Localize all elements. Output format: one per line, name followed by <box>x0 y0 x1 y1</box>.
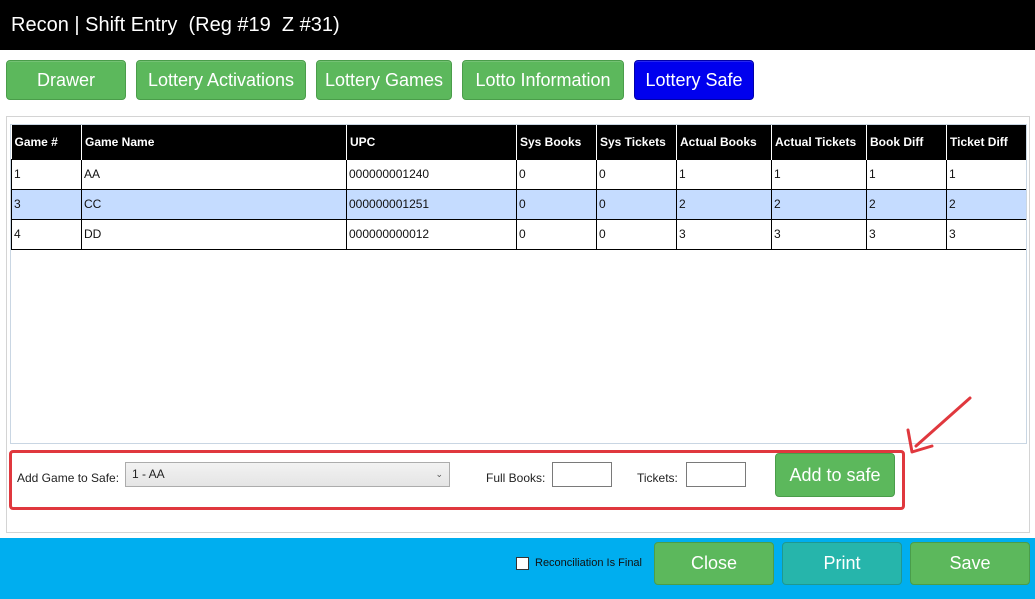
cell-sys-tickets: 0 <box>596 218 677 250</box>
cell-sys-books: 0 <box>516 188 597 220</box>
cell-actual-books: 3 <box>676 218 772 250</box>
cell-sys-tickets: 0 <box>596 158 677 190</box>
cell-upc: 000000001240 <box>346 158 517 190</box>
cell-actual-tickets: 3 <box>771 218 867 250</box>
table-header-row: Game # Game Name UPC Sys Books Sys Ticke… <box>11 125 1026 159</box>
safe-grid: Game # Game Name UPC Sys Books Sys Ticke… <box>10 124 1027 444</box>
col-header-ticket-diff[interactable]: Ticket Diff <box>946 125 1026 159</box>
cell-actual-tickets: 1 <box>771 158 867 190</box>
tickets-label: Tickets: <box>637 471 678 485</box>
lottery-safe-panel: Game # Game Name UPC Sys Books Sys Ticke… <box>6 116 1030 533</box>
table-row[interactable]: 1 AA 000000001240 0 0 1 1 1 1 <box>11 158 1026 190</box>
tab-lottery-safe[interactable]: Lottery Safe <box>634 60 754 100</box>
col-header-actual-books[interactable]: Actual Books <box>676 125 772 159</box>
add-game-label: Add Game to Safe: <box>17 471 120 485</box>
tab-lotto-information[interactable]: Lotto Information <box>462 60 624 100</box>
game-select[interactable]: 1 - AA ⌄ <box>125 462 450 487</box>
chevron-down-icon: ⌄ <box>435 469 443 479</box>
full-books-input[interactable] <box>552 462 612 487</box>
safe-table: Game # Game Name UPC Sys Books Sys Ticke… <box>11 125 1026 250</box>
cell-sys-tickets: 0 <box>596 188 677 220</box>
cell-game-name: AA <box>81 158 347 190</box>
cell-actual-tickets: 2 <box>771 188 867 220</box>
table-row[interactable]: 4 DD 000000000012 0 0 3 3 3 3 <box>11 218 1026 250</box>
table-row-selected[interactable]: 3 CC 000000001251 0 0 2 2 2 2 <box>11 188 1026 220</box>
cell-book-diff: 3 <box>866 218 947 250</box>
cell-game-name: DD <box>81 218 347 250</box>
col-header-game-name[interactable]: Game Name <box>81 125 347 159</box>
cell-game-name: CC <box>81 188 347 220</box>
col-header-sys-books[interactable]: Sys Books <box>516 125 597 159</box>
col-header-sys-tickets[interactable]: Sys Tickets <box>596 125 677 159</box>
tab-lottery-activations[interactable]: Lottery Activations <box>136 60 306 100</box>
tab-bar: Drawer Lottery Activations Lottery Games… <box>0 50 1035 110</box>
tab-drawer[interactable]: Drawer <box>6 60 126 100</box>
col-header-game-number[interactable]: Game # <box>11 125 82 159</box>
tab-lottery-games[interactable]: Lottery Games <box>316 60 452 100</box>
cell-ticket-diff: 1 <box>946 158 1026 190</box>
print-button[interactable]: Print <box>782 542 902 585</box>
cell-book-diff: 1 <box>866 158 947 190</box>
game-select-value: 1 - AA <box>132 467 165 481</box>
footer-bar: Reconciliation Is Final Close Print Save <box>0 538 1035 599</box>
cell-game-number: 1 <box>11 158 82 190</box>
cell-sys-books: 0 <box>516 218 597 250</box>
cell-upc: 000000001251 <box>346 188 517 220</box>
cell-game-number: 3 <box>11 188 82 220</box>
add-to-safe-button[interactable]: Add to safe <box>775 453 895 497</box>
cell-actual-books: 2 <box>676 188 772 220</box>
tickets-input[interactable] <box>686 462 746 487</box>
col-header-book-diff[interactable]: Book Diff <box>866 125 947 159</box>
col-header-upc[interactable]: UPC <box>346 125 517 159</box>
reconciliation-final-checkbox[interactable] <box>516 557 529 570</box>
cell-game-number: 4 <box>11 218 82 250</box>
close-button[interactable]: Close <box>654 542 774 585</box>
full-books-label: Full Books: <box>486 471 546 485</box>
reconciliation-final-label: Reconciliation Is Final <box>535 557 642 569</box>
cell-ticket-diff: 3 <box>946 218 1026 250</box>
cell-ticket-diff: 2 <box>946 188 1026 220</box>
cell-actual-books: 1 <box>676 158 772 190</box>
recon-window: Recon | Shift Entry (Reg #19 Z #31) Draw… <box>0 0 1035 599</box>
add-game-form: Add Game to Safe: 1 - AA ⌄ Full Books: T… <box>9 450 905 510</box>
save-button[interactable]: Save <box>910 542 1030 585</box>
window-title: Recon | Shift Entry (Reg #19 Z #31) <box>0 0 1035 50</box>
col-header-actual-tickets[interactable]: Actual Tickets <box>771 125 867 159</box>
cell-upc: 000000000012 <box>346 218 517 250</box>
cell-sys-books: 0 <box>516 158 597 190</box>
cell-book-diff: 2 <box>866 188 947 220</box>
